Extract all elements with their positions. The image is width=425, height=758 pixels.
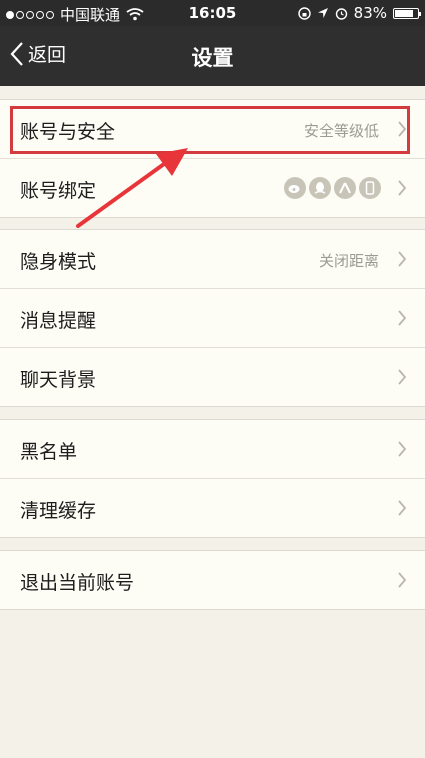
rotation-lock-icon	[297, 6, 311, 20]
chevron-right-icon	[398, 180, 407, 196]
notifications-row[interactable]: 消息提醒	[0, 288, 425, 347]
row-label: 隐身模式	[20, 251, 97, 273]
security-level-value: 安全等级低	[303, 122, 379, 140]
page-title: 设置	[191, 46, 234, 70]
qq-icon	[309, 177, 331, 199]
chevron-right-icon	[398, 121, 407, 137]
chat-background-row[interactable]: 聊天背景	[0, 347, 425, 406]
row-label: 聊天背景	[20, 369, 97, 391]
row-label: 清理缓存	[20, 500, 97, 522]
clear-cache-row[interactable]: 清理缓存	[0, 478, 425, 537]
weibo-icon	[284, 177, 306, 199]
person-icon	[334, 177, 356, 199]
settings-group-logout: 退出当前账号	[0, 550, 425, 610]
chevron-right-icon	[398, 310, 407, 326]
annotation-arrow-icon	[76, 148, 188, 228]
location-icon	[317, 8, 328, 18]
blacklist-row[interactable]: 黑名单	[0, 420, 425, 478]
status-bar: 中国联通 16:05 83%	[0, 0, 425, 26]
settings-group-account: 账号与安全 安全等级低 账号绑定	[0, 99, 425, 218]
battery-percent: 83%	[353, 4, 387, 22]
chevron-right-icon	[398, 441, 407, 457]
settings-group-data: 黑名单 清理缓存	[0, 419, 425, 538]
chevron-right-icon	[398, 369, 407, 385]
battery-icon	[393, 7, 421, 19]
settings-group-privacy: 隐身模式 关闭距离 消息提醒 聊天背景	[0, 229, 425, 407]
nav-bar: 返回 设置	[0, 26, 425, 86]
phone-icon	[359, 177, 381, 199]
binding-icons	[284, 177, 381, 199]
row-label: 消息提醒	[20, 310, 97, 332]
account-binding-row[interactable]: 账号绑定	[0, 158, 425, 217]
logout-row[interactable]: 退出当前账号	[0, 551, 425, 609]
stealth-mode-row[interactable]: 隐身模式 关闭距离	[0, 230, 425, 288]
row-label: 黑名单	[20, 441, 78, 463]
chevron-right-icon	[398, 500, 407, 516]
stealth-mode-value: 关闭距离	[318, 252, 379, 270]
chevron-right-icon	[398, 572, 407, 588]
account-security-row[interactable]: 账号与安全 安全等级低	[0, 100, 425, 158]
alarm-icon	[335, 7, 347, 20]
chevron-right-icon	[398, 251, 407, 267]
row-label: 退出当前账号	[20, 572, 135, 594]
